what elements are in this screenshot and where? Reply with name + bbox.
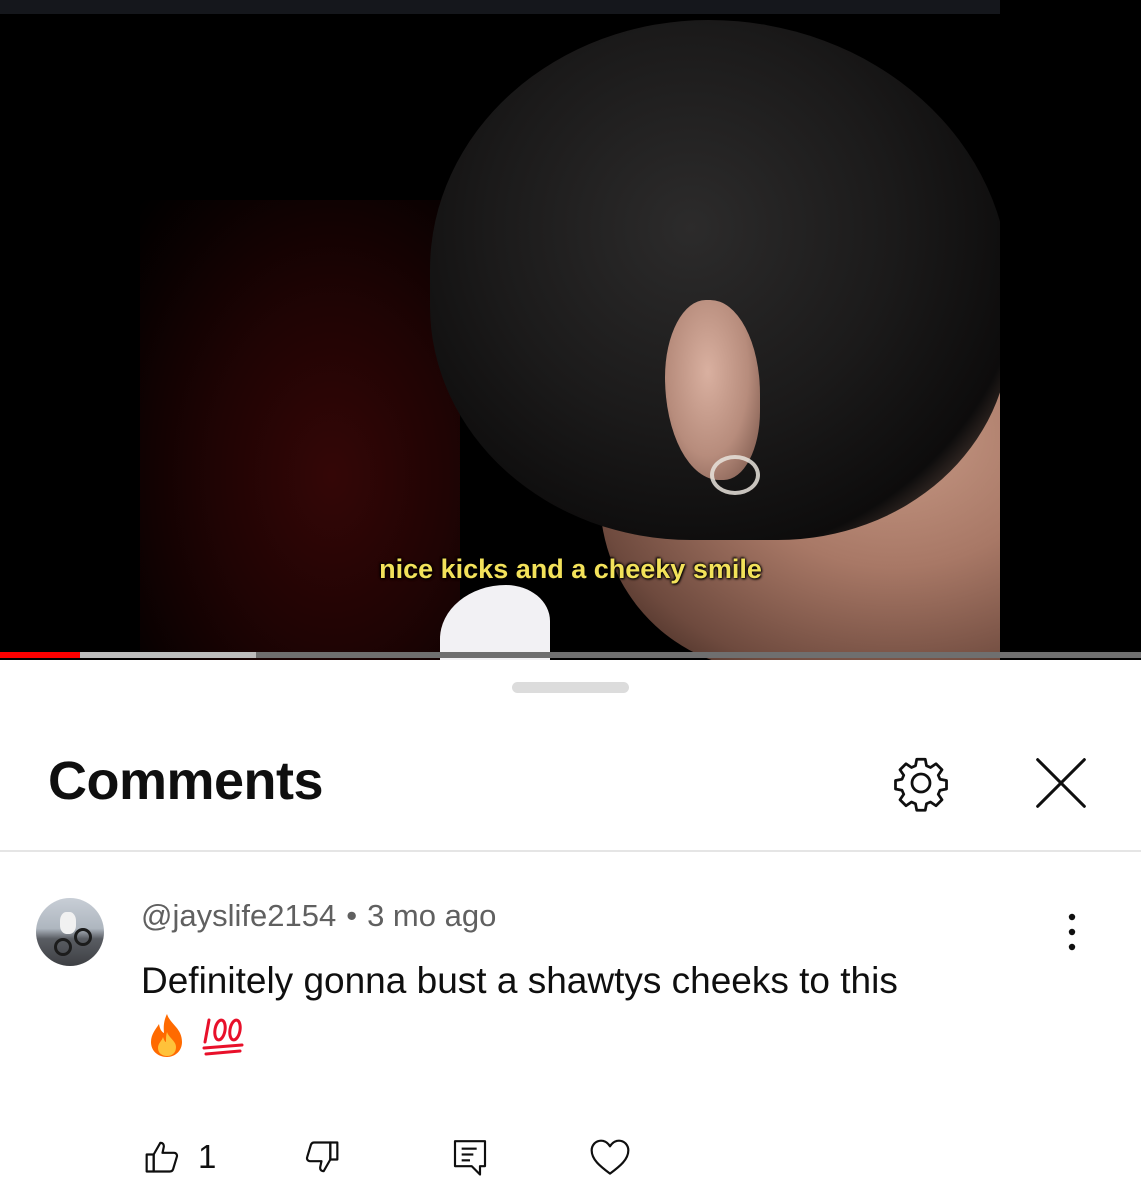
video-frame-background bbox=[140, 200, 460, 660]
heart-button[interactable] bbox=[588, 1132, 632, 1182]
heart-icon bbox=[590, 1139, 630, 1175]
meta-separator: • bbox=[346, 898, 358, 933]
hundred-points-emoji bbox=[202, 1018, 244, 1056]
avatar-wheel-front bbox=[74, 928, 92, 946]
close-comments-button[interactable] bbox=[1026, 748, 1096, 818]
comment-author[interactable]: @jayslife2154 bbox=[141, 898, 336, 933]
thumbs-up-icon bbox=[145, 1141, 179, 1173]
thumbs-down-icon bbox=[305, 1141, 339, 1173]
close-icon bbox=[1036, 758, 1086, 808]
drag-handle[interactable] bbox=[512, 682, 629, 693]
comment-emojis bbox=[146, 1010, 246, 1060]
video-progress-bar[interactable] bbox=[0, 652, 1141, 658]
comments-settings-button[interactable] bbox=[886, 748, 956, 818]
comments-sheet: Comments @jayslife2154 • 3 mo ago Defini… bbox=[0, 660, 1141, 1200]
avatar-wheel-back bbox=[54, 938, 72, 956]
more-vertical-icon bbox=[1068, 913, 1076, 951]
comment-more-button[interactable] bbox=[1050, 910, 1094, 954]
progress-played bbox=[0, 652, 80, 658]
gear-icon bbox=[894, 757, 948, 812]
comment-text: Definitely gonna bust a shawtys cheeks t… bbox=[141, 960, 898, 1001]
like-count: 1 bbox=[198, 1138, 217, 1175]
reply-button[interactable] bbox=[450, 1132, 490, 1182]
video-frame-earring bbox=[710, 455, 760, 495]
status-strip bbox=[0, 0, 1141, 14]
comment-meta: @jayslife2154 • 3 mo ago bbox=[141, 898, 496, 934]
comment-actions: 1 bbox=[0, 1132, 1141, 1192]
avatar-rider bbox=[60, 912, 76, 934]
comments-title: Comments bbox=[48, 751, 324, 811]
video-player[interactable]: nice kicks and a cheeky smile bbox=[0, 0, 1141, 660]
avatar[interactable] bbox=[36, 898, 104, 966]
like-button[interactable]: 1 bbox=[142, 1132, 216, 1182]
reply-comment-icon bbox=[453, 1140, 487, 1176]
video-subtitle: nice kicks and a cheeky smile bbox=[379, 554, 762, 584]
dislike-button[interactable] bbox=[302, 1132, 342, 1182]
fire-emoji bbox=[151, 1014, 182, 1057]
comment-item: @jayslife2154 • 3 mo ago Definitely gonna … bbox=[0, 890, 1141, 1190]
comment-time: 3 mo ago bbox=[367, 898, 497, 933]
header-divider bbox=[0, 850, 1141, 852]
